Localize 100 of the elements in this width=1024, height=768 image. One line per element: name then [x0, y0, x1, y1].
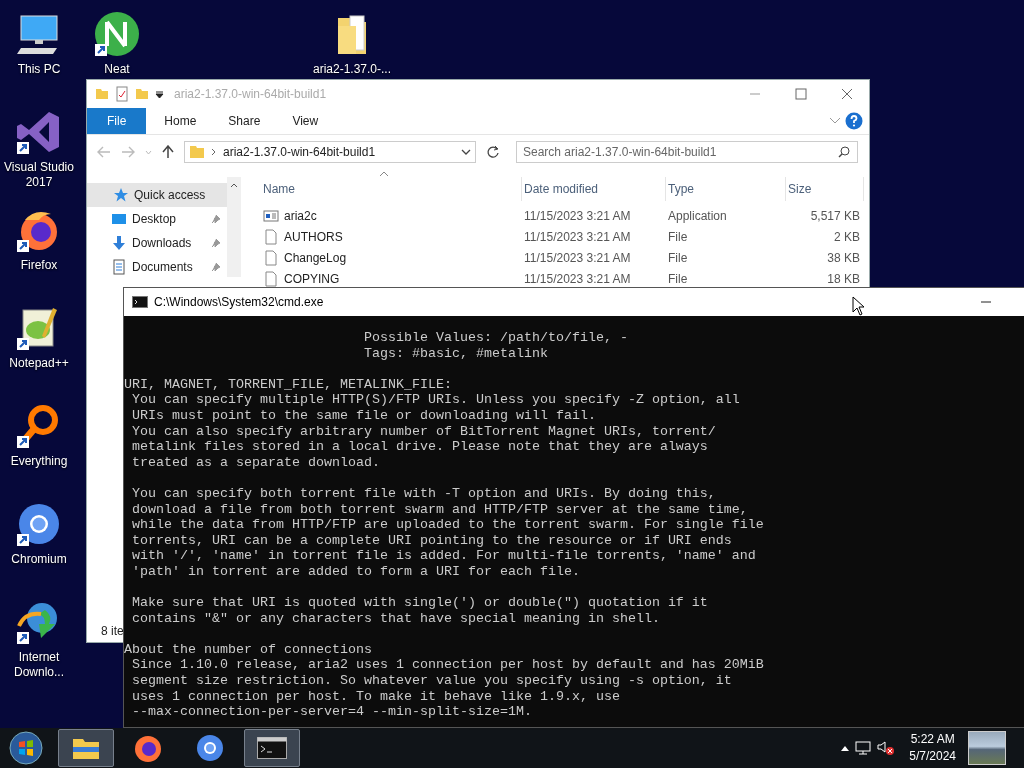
window-title: C:\Windows\System32\cmd.exe [154, 295, 324, 309]
file-icon [263, 228, 279, 245]
desktop-icon-label[interactable]: Everything [10, 454, 68, 469]
column-header[interactable]: Name [261, 177, 522, 201]
scrollbar[interactable] [227, 177, 241, 277]
size-cell-text: 18 KB [826, 271, 861, 286]
close-icon[interactable] [841, 88, 853, 100]
desktop-icon-label[interactable]: Notepad++ [9, 356, 69, 371]
explorer-taskbar-button[interactable] [58, 729, 114, 767]
pin-icon[interactable] [211, 214, 221, 224]
document-icon [111, 259, 127, 275]
desktop-icon-label[interactable]: Chromium [11, 552, 67, 567]
column-header[interactable]: Date modified [522, 177, 666, 201]
file-icon [263, 249, 279, 266]
desktop-icon-label[interactable]: Visual Studio 2017 [0, 160, 78, 190]
chevron-right-icon [211, 148, 217, 156]
up-arrow-icon[interactable] [162, 145, 174, 159]
file-name-cell[interactable]: aria2c [261, 207, 522, 224]
file-name-cell[interactable]: ChangeLog [261, 249, 522, 266]
type-cell-text: Application [667, 208, 728, 223]
pin-icon[interactable] [211, 262, 221, 272]
desktop-icon-label[interactable]: This PC [17, 62, 61, 77]
console-icon [257, 737, 287, 759]
pin-icon[interactable] [211, 238, 221, 248]
muted-speaker-icon[interactable] [877, 740, 896, 756]
size-cell-text: 38 KB [826, 250, 861, 265]
show-hidden-icons-icon[interactable] [841, 745, 850, 751]
console-line: torrents, URI can be a complete URI pointing to the resource or if URI ends [131, 532, 733, 549]
application-icon [263, 207, 279, 224]
console-line: URI, MAGNET, TORRENT_FILE, METALINK_FILE: [124, 376, 453, 393]
chromium-icon [195, 733, 225, 763]
address-bar[interactable]: aria2-1.37.0-win-64bit-build1 [184, 141, 476, 163]
windows-logo-icon [9, 731, 43, 765]
console-line: URIs must point to the same file or downloading will fail. [131, 407, 597, 424]
console-line: About the number of connections [124, 641, 373, 658]
console-line: You can specify both torrent file with -T option and URIs. By doing this, [131, 485, 717, 502]
clock-date[interactable]: 5/7/2024 [909, 748, 956, 765]
network-icon[interactable] [855, 740, 872, 756]
console-line: --max-connection-per-server=4 --min-split-size=1M. [131, 704, 533, 720]
column-header[interactable]: Size [786, 177, 864, 201]
chevron-down-icon[interactable] [461, 148, 471, 156]
scroll-up-icon[interactable] [230, 183, 238, 188]
console-line: treated as a separate download. [131, 454, 381, 471]
folder-icon [95, 87, 109, 101]
file-name-cell[interactable]: AUTHORS [261, 228, 522, 245]
down-arrow-icon [111, 235, 127, 251]
date-cell-text: 11/15/2023 3:21 AM [523, 229, 632, 244]
folder-icon [189, 145, 205, 159]
console-line: 'path' in torrent are added to form a URI for each file. [131, 563, 581, 580]
desktop-icon-label[interactable]: Internet Downlo... [0, 650, 78, 680]
console-line: uses 1 connection per host. To make it behave like 1.9.x, use [131, 688, 621, 705]
console-line: Make sure that URI is quoted with single(') or double(") quotation if it [131, 595, 709, 611]
maximize-icon[interactable] [795, 88, 807, 100]
console-line: contains "&" or any characters that have special meaning in shell. [131, 610, 661, 627]
console-line: while the data from HTTP/FTP are uploaded to the torrent swarm. For single file [131, 517, 765, 533]
type-cell-text: File [667, 271, 689, 286]
dropdown-icon[interactable] [155, 89, 164, 99]
type-cell-text: File [667, 250, 689, 265]
search-field[interactable]: Search aria2-1.37.0-win-64bit-build1 [516, 141, 858, 163]
star-icon [113, 187, 129, 203]
ribbon-tab[interactable]: File [87, 108, 147, 134]
nav-item[interactable]: Desktop [87, 207, 227, 231]
address-path: aria2-1.37.0-win-64bit-build1 [223, 145, 377, 159]
monitor-icon [111, 211, 127, 227]
console-line: segment size restriction. So whatever value you specify using -s option, it [131, 673, 733, 689]
firefox-icon [133, 733, 163, 763]
nav-item[interactable]: Documents [87, 255, 227, 279]
ribbon-tab[interactable]: Home [150, 108, 211, 134]
type-cell-text: File [667, 229, 689, 244]
nav-item[interactable]: Downloads [87, 231, 227, 255]
window-title: aria2-1.37.0-win-64bit-build1 [174, 87, 327, 101]
status-text: 8 ite [101, 624, 124, 638]
date-cell-text: 11/15/2023 3:21 AM [523, 208, 632, 223]
size-cell-text: 5,517 KB [809, 208, 861, 223]
desktop-icon-label[interactable]: Firefox [20, 258, 58, 273]
console-line: metalink files stored in a local drive. Please note that they are always [131, 439, 709, 455]
neat-icon[interactable] [93, 10, 141, 58]
size-cell-text: 2 KB [833, 229, 861, 244]
sort-caret-icon [379, 171, 389, 177]
desktop-thumbnail[interactable] [968, 731, 1006, 765]
cmd-taskbar-button[interactable] [244, 729, 300, 767]
ribbon-tab[interactable]: Share [214, 108, 275, 134]
console-line: download a file from both torrent swarm and HTTP/FTP server at the same time, [131, 501, 749, 518]
console-line: You can also specify arbitrary number of BitTorrent Magnet URIs, torrent/ [131, 423, 717, 440]
console-line: Tags: #basic, #metalink [362, 345, 549, 362]
console-line: Possible Values: /path/to/file, - [362, 330, 629, 346]
search-icon[interactable] [838, 146, 850, 158]
properties-icon[interactable] [115, 86, 129, 102]
ribbon-tab[interactable]: View [278, 108, 333, 134]
help-icon[interactable] [845, 112, 863, 130]
clock-time[interactable]: 5:22 AM [910, 731, 955, 748]
refresh-icon[interactable] [486, 145, 500, 159]
column-header[interactable]: Type [666, 177, 786, 201]
nav-item[interactable]: Quick access [87, 183, 227, 207]
date-cell-text: 11/15/2023 3:21 AM [523, 250, 632, 265]
desktop-icon-label[interactable]: aria2-1.37.0-... [312, 62, 391, 77]
desktop-icon-label[interactable]: Neat [104, 62, 130, 77]
file-name-cell[interactable]: COPYING [261, 270, 522, 287]
console-line: Since 1.10.0 release, aria2 uses 1 connection per host by default and has 20MiB [131, 657, 765, 674]
date-cell-text: 11/15/2023 3:21 AM [523, 271, 632, 286]
